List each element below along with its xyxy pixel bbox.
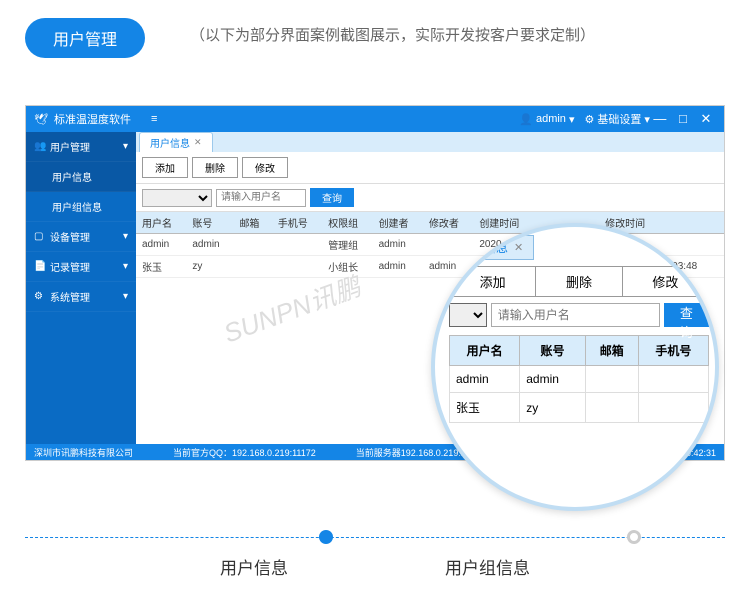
th-permgroup[interactable]: 权限组	[322, 212, 372, 234]
delete-button[interactable]: 删除	[192, 157, 238, 178]
zoom-delete-button[interactable]: 删除	[536, 267, 622, 296]
add-button[interactable]: 添加	[142, 157, 188, 178]
tab-bar: 用户信息✕	[136, 132, 724, 152]
minimize-button[interactable]: —	[650, 111, 670, 126]
title-bar: 🕊 标准温湿度软件 ≡ 👤 admin ▾ ⚙ 基础设置 ▾ — □ ✕	[26, 106, 724, 132]
edit-button[interactable]: 修改	[242, 157, 288, 178]
zth-username[interactable]: 用户名	[450, 336, 520, 366]
sidebar-item-usergroup-info[interactable]: 用户组信息	[26, 192, 136, 222]
logo-icon: 🕊	[34, 113, 48, 126]
zth-phone[interactable]: 手机号	[638, 336, 708, 366]
zth-account[interactable]: 账号	[520, 336, 585, 366]
table-row[interactable]: adminadmin	[450, 366, 709, 393]
timeline	[25, 530, 725, 544]
maximize-button[interactable]: □	[673, 111, 693, 126]
sidebar-item-user-mgmt[interactable]: 👥用户管理▾	[26, 132, 136, 162]
zoom-edit-button[interactable]: 修改	[623, 267, 708, 296]
zoom-query-button[interactable]: 查询	[664, 303, 709, 327]
search-input[interactable]	[216, 189, 306, 207]
zoom-filter-select[interactable]	[449, 303, 487, 327]
sidebar-item-user-info[interactable]: 用户信息	[26, 162, 136, 192]
th-modifier[interactable]: 修改者	[423, 212, 473, 234]
close-icon[interactable]: ✕	[514, 241, 523, 254]
gear-icon: ⚙	[34, 291, 44, 302]
settings-menu[interactable]: ⚙ 基础设置 ▾	[584, 111, 649, 127]
timeline-dot-active[interactable]	[319, 530, 333, 544]
th-username[interactable]: 用户名	[136, 212, 186, 234]
record-icon: 📄	[34, 261, 44, 272]
close-button[interactable]: ✕	[696, 111, 716, 127]
zoom-search-row: 查询	[449, 303, 709, 327]
company-label: 深圳市讯鹏科技有限公司	[34, 446, 133, 459]
users-icon: 👥	[34, 141, 44, 152]
tab-close-icon[interactable]: ✕	[194, 137, 202, 148]
app-title: 标准温湿度软件	[54, 111, 131, 127]
query-button[interactable]: 查询	[310, 188, 354, 207]
timeline-label-2: 用户组信息	[445, 554, 530, 579]
zoom-detail: 用户信息✕ 添加 删除 修改 查询 用户名 账号 邮箱 手机号 adminadm…	[431, 223, 719, 511]
th-email[interactable]: 邮箱	[233, 212, 271, 234]
zoom-toolbar: 添加 删除 修改	[449, 266, 709, 297]
th-creator[interactable]: 创建者	[373, 212, 423, 234]
timeline-dot-inactive[interactable]	[627, 530, 641, 544]
search-row: 查询	[136, 184, 724, 212]
section-badge: 用户管理	[25, 18, 145, 58]
sidebar-item-device-mgmt[interactable]: ▢设备管理▾	[26, 222, 136, 252]
th-account[interactable]: 账号	[186, 212, 233, 234]
th-phone[interactable]: 手机号	[272, 212, 322, 234]
zoom-search-input[interactable]	[491, 303, 660, 327]
zoom-add-button[interactable]: 添加	[450, 267, 536, 296]
filter-select[interactable]	[142, 189, 212, 207]
contact-label: 当前官方QQ：192.168.0.219:11172	[173, 446, 316, 459]
zth-email[interactable]: 邮箱	[585, 336, 638, 366]
zoom-tab[interactable]: 用户信息✕	[449, 235, 534, 260]
toolbar: 添加 删除 修改	[136, 152, 724, 184]
sidebar-item-record-mgmt[interactable]: 📄记录管理▾	[26, 252, 136, 282]
section-description: （以下为部分界面案例截图展示，实际开发按客户要求定制）	[190, 24, 595, 45]
user-menu[interactable]: 👤 admin ▾	[519, 113, 574, 126]
tab-user-info[interactable]: 用户信息✕	[139, 132, 213, 152]
zoom-table: 用户名 账号 邮箱 手机号 adminadmin 张玉zy	[449, 335, 709, 423]
window-controls: — □ ✕	[650, 111, 716, 127]
device-icon: ▢	[34, 231, 44, 242]
table-header-row: 用户名 账号 邮箱 手机号 权限组 创建者 修改者 创建时间 修改时间	[136, 212, 724, 234]
sidebar-item-system-mgmt[interactable]: ⚙系统管理▾	[26, 282, 136, 312]
sidebar: 👥用户管理▾ 用户信息 用户组信息 ▢设备管理▾ 📄记录管理▾ ⚙系统管理▾	[26, 132, 136, 444]
menu-icon[interactable]: ≡	[151, 113, 157, 125]
table-row[interactable]: 张玉zy	[450, 393, 709, 423]
timeline-label-1: 用户信息	[220, 554, 288, 579]
